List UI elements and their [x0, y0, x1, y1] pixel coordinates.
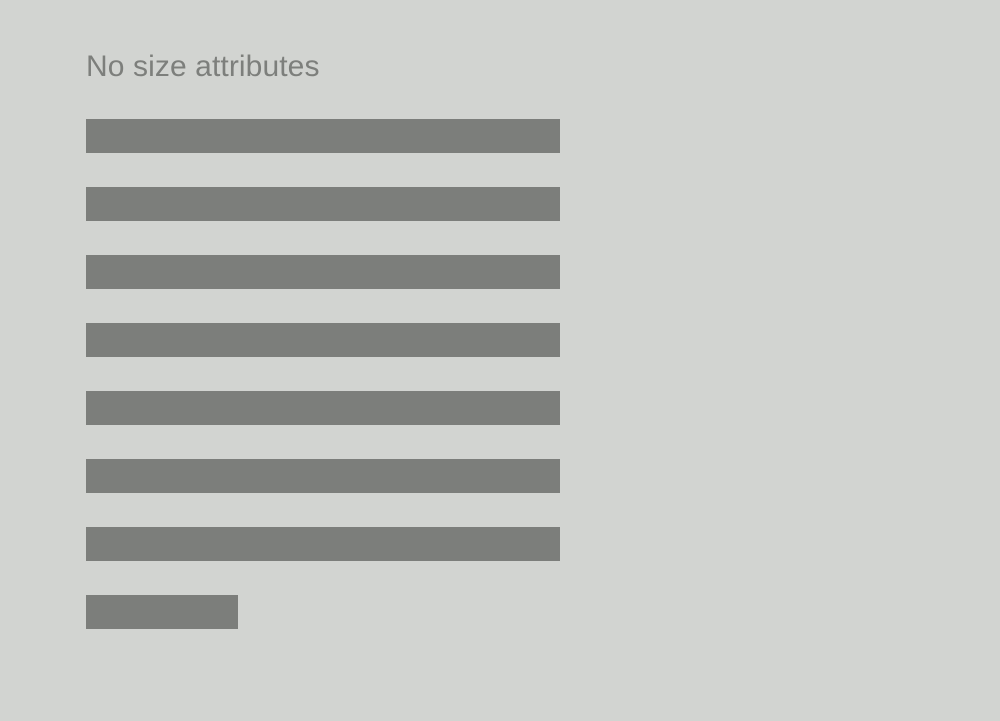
- placeholder-text-line: [86, 527, 560, 561]
- page-canvas: No size attributes: [0, 0, 1000, 721]
- placeholder-text-line: [86, 459, 560, 493]
- placeholder-text-line: [86, 255, 560, 289]
- placeholder-text-line: [86, 323, 560, 357]
- placeholder-text-line-short: [86, 595, 238, 629]
- placeholder-text-line: [86, 391, 560, 425]
- placeholder-text-block: [86, 119, 560, 629]
- placeholder-text-line: [86, 119, 560, 153]
- page-title: No size attributes: [86, 50, 320, 83]
- placeholder-text-line: [86, 187, 560, 221]
